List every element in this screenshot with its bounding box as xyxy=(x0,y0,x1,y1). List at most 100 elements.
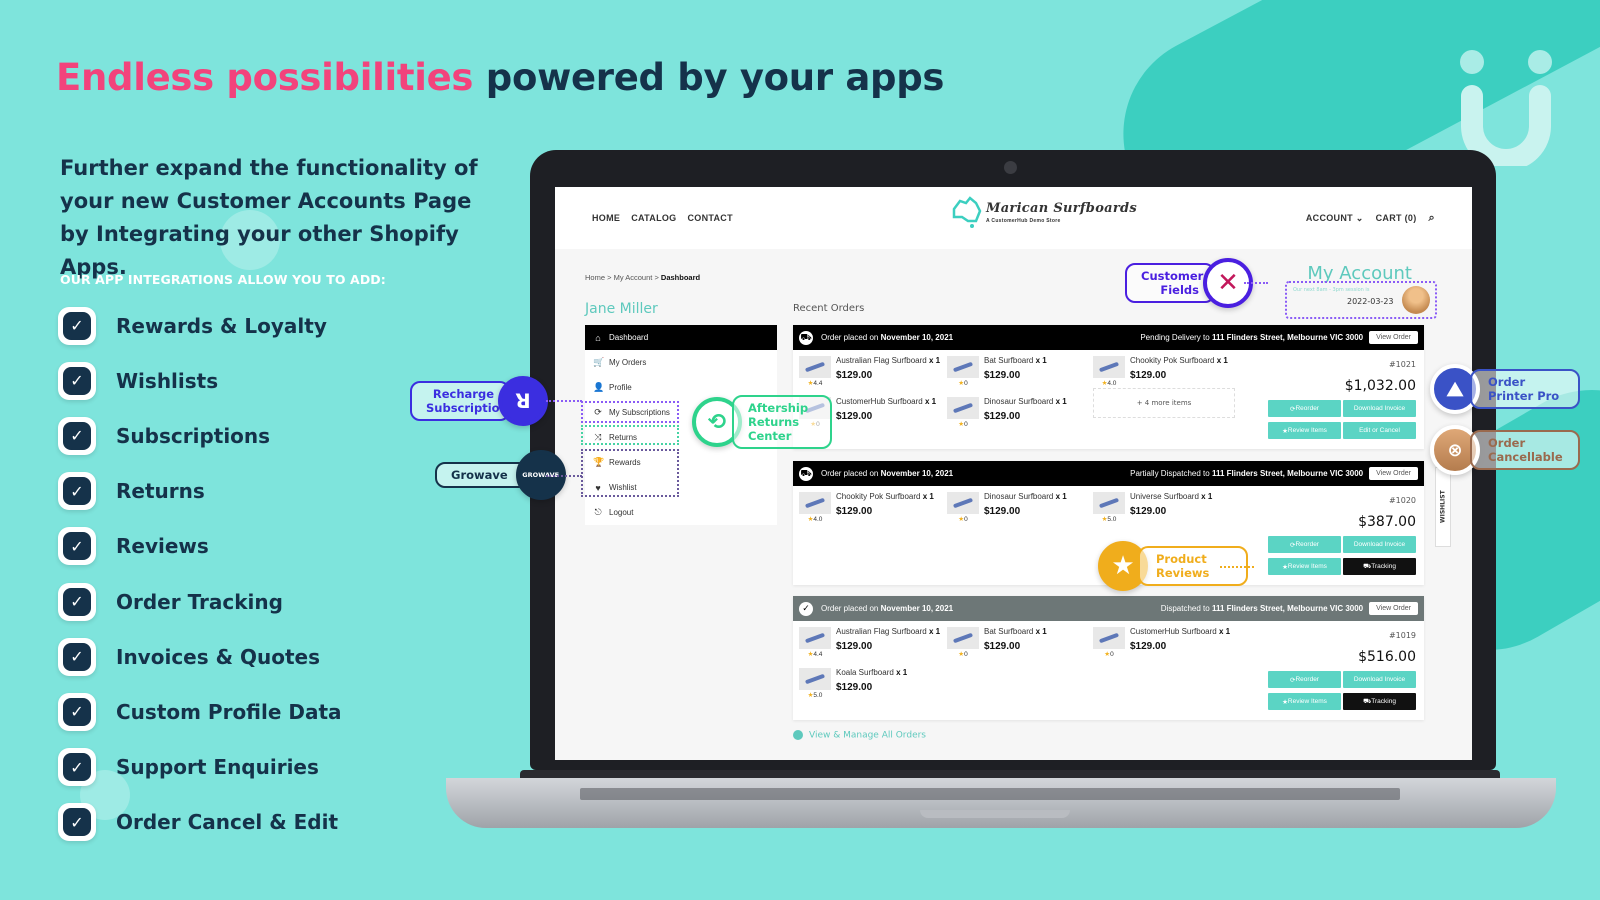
menu-item-label: My Orders xyxy=(609,358,647,367)
rating-value: 0 xyxy=(964,516,968,523)
product-qty: x 1 xyxy=(1201,492,1213,501)
product-thumbnail xyxy=(1093,492,1125,514)
wishlist-tab[interactable]: WISHLIST xyxy=(1435,467,1451,547)
feature-item: ✓ Custom Profile Data xyxy=(58,684,342,739)
download-invoice-button[interactable]: Download Invoice xyxy=(1343,400,1416,417)
breadcrumb-sep: > xyxy=(652,273,661,282)
order-header: ✓ Order placed on November 10, 2021 Disp… xyxy=(793,596,1424,621)
reorder-button[interactable]: ⟳ Reorder xyxy=(1268,536,1341,553)
order-card: ⛟ Order placed on November 10, 2021 Pend… xyxy=(793,325,1424,449)
view-order-button[interactable]: View Order xyxy=(1369,467,1418,480)
rating-value: 4.0 xyxy=(813,516,823,523)
menu-item-my-orders[interactable]: 🛒 My Orders xyxy=(585,350,777,375)
product-name-text: Australian Flag Surfboard xyxy=(836,627,927,636)
review-items-button[interactable]: ★ Review Items xyxy=(1268,693,1341,710)
checkbox-icon: ✓ xyxy=(58,361,96,400)
feature-item: ✓ Returns xyxy=(58,464,342,519)
menu-item-dashboard[interactable]: ⌂ Dashboard xyxy=(585,325,777,350)
order-number: #1021 xyxy=(1388,360,1416,369)
checkbox-icon: ✓ xyxy=(58,306,96,345)
growave-label: Growave xyxy=(435,462,528,488)
recharge-label: Recharge Subscriptions xyxy=(410,381,515,421)
product-qty: x 1 xyxy=(1055,492,1067,501)
feature-item: ✓ Support Enquiries xyxy=(58,740,342,795)
order-item[interactable]: ★4.0 Chookity Pok Surfboard x 1 $129.00 xyxy=(1093,356,1240,387)
connector-line xyxy=(546,475,582,477)
session-text: Our next 8am - 3pm session is xyxy=(1293,287,1370,293)
order-item[interactable]: ★0 CustomerHub Surfboard x 1 $129.00 xyxy=(1093,627,1240,658)
product-qty: x 1 xyxy=(928,356,941,365)
order-card: ✓ Order placed on November 10, 2021 Disp… xyxy=(793,596,1424,720)
session-date: 2022-03-23 xyxy=(1347,297,1394,306)
product-thumbnail xyxy=(947,492,979,514)
product-thumbnail xyxy=(799,668,831,690)
nav-link-home[interactable]: HOME xyxy=(592,213,620,223)
feature-label: Order Tracking xyxy=(116,589,283,614)
rating-value: 5.0 xyxy=(1107,516,1117,523)
order-item[interactable]: ★4.4 Australian Flag Surfboard x 1 $129.… xyxy=(799,356,946,387)
search-icon[interactable]: ⌕ xyxy=(1429,212,1435,225)
order-item[interactable]: ★0 Bat Surfboard x 1 $129.00 xyxy=(947,356,1094,387)
product-name-text: Dinosaur Surfboard xyxy=(984,397,1054,406)
check-icon: ✓ xyxy=(63,532,91,561)
button-label: Download Invoice xyxy=(1353,541,1406,548)
product-qty: x 1 xyxy=(896,668,908,677)
order-item[interactable]: ★4.0 Chookity Pok Surfboard x 1 $129.00 xyxy=(799,492,946,523)
product-name-text: Bat Surfboard xyxy=(984,356,1034,365)
store-logo-tagline: A CustomerHub Demo Store xyxy=(986,217,1061,224)
view-all-label: View & Manage All Orders xyxy=(809,730,926,741)
product-name-text: Universe Surfboard xyxy=(1130,492,1199,501)
product-price: $129.00 xyxy=(836,641,873,652)
aftership-label: Aftership Returns Center xyxy=(732,395,832,449)
connector-line xyxy=(546,400,582,402)
download-invoice-button[interactable]: Download Invoice xyxy=(1343,671,1416,688)
product-price: $129.00 xyxy=(984,641,1021,652)
view-all-orders-link[interactable]: View & Manage All Orders xyxy=(793,730,926,741)
store-logo[interactable]: Marican Surfboards A CustomerHub Demo St… xyxy=(950,195,1137,229)
edit-or-cancel-button[interactable]: Edit or Cancel xyxy=(1343,422,1416,439)
menu-item-label: Logout xyxy=(609,508,634,517)
reorder-button[interactable]: ⟳ Reorder xyxy=(1268,400,1341,417)
product-rating: ★5.0 xyxy=(1093,515,1125,523)
tracking-button[interactable]: ⛟ Tracking xyxy=(1343,693,1416,710)
recent-orders-heading: Recent Orders xyxy=(793,303,865,314)
highlight-growave xyxy=(581,449,679,497)
review-items-button[interactable]: ★ Review Items xyxy=(1268,558,1341,575)
nav-link-contact[interactable]: CONTACT xyxy=(687,213,732,223)
order-item[interactable]: ★0 Dinosaur Surfboard x 1 $129.00 xyxy=(947,492,1094,523)
feature-label: Support Enquiries xyxy=(116,755,319,780)
order-item[interactable]: ★5.0 Universe Surfboard x 1 $129.00 xyxy=(1093,492,1240,523)
product-name: Bat Surfboard x 1 xyxy=(984,356,1094,365)
nav-account-link[interactable]: ACCOUNT ⌄ xyxy=(1306,213,1364,224)
product-price: $129.00 xyxy=(836,411,873,422)
tracking-button[interactable]: ⛟ Tracking xyxy=(1343,558,1416,575)
order-item[interactable]: ★4.4 Australian Flag Surfboard x 1 $129.… xyxy=(799,627,946,658)
nav-link-catalog[interactable]: CATALOG xyxy=(631,213,676,223)
download-invoice-button[interactable]: Download Invoice xyxy=(1343,536,1416,553)
product-qty: x 1 xyxy=(1218,627,1231,636)
product-rating: ★0 xyxy=(947,420,979,428)
order-item[interactable]: ★0 Bat Surfboard x 1 $129.00 xyxy=(947,627,1094,658)
product-price: $129.00 xyxy=(984,370,1021,381)
reorder-button[interactable]: ⟳ Reorder xyxy=(1268,671,1341,688)
menu-item-label: Profile xyxy=(609,383,632,392)
product-thumbnail xyxy=(799,627,831,649)
button-label: Reorder xyxy=(1295,405,1319,412)
order-item[interactable]: ★0 Dinosaur Surfboard x 1 $129.00 xyxy=(947,397,1094,428)
order-total: $1,032.00 xyxy=(1344,378,1416,394)
view-order-button[interactable]: View Order xyxy=(1369,602,1418,615)
product-name-text: Koala Surfboard xyxy=(836,668,894,677)
product-rating: ★0 xyxy=(947,515,979,523)
review-items-button[interactable]: ★ Review Items xyxy=(1268,422,1341,439)
breadcrumb-account[interactable]: My Account xyxy=(614,273,653,282)
view-order-button[interactable]: View Order xyxy=(1369,331,1418,344)
nav-cart-link[interactable]: CART (0) xyxy=(1376,213,1417,223)
button-label: Review Items xyxy=(1287,698,1327,705)
menu-item-logout[interactable]: ⎋ Logout xyxy=(585,500,777,525)
rating-value: 0 xyxy=(964,380,968,387)
more-items-button[interactable]: + 4 more items xyxy=(1093,388,1235,418)
order-item[interactable]: ★5.0 Koala Surfboard x 1 $129.00 xyxy=(799,668,946,699)
order-header: ⛟ Order placed on November 10, 2021 Part… xyxy=(793,461,1424,486)
app-badge-recharge: Recharge Subscriptions ꓤ xyxy=(410,376,548,426)
breadcrumb-home[interactable]: Home xyxy=(585,273,605,282)
